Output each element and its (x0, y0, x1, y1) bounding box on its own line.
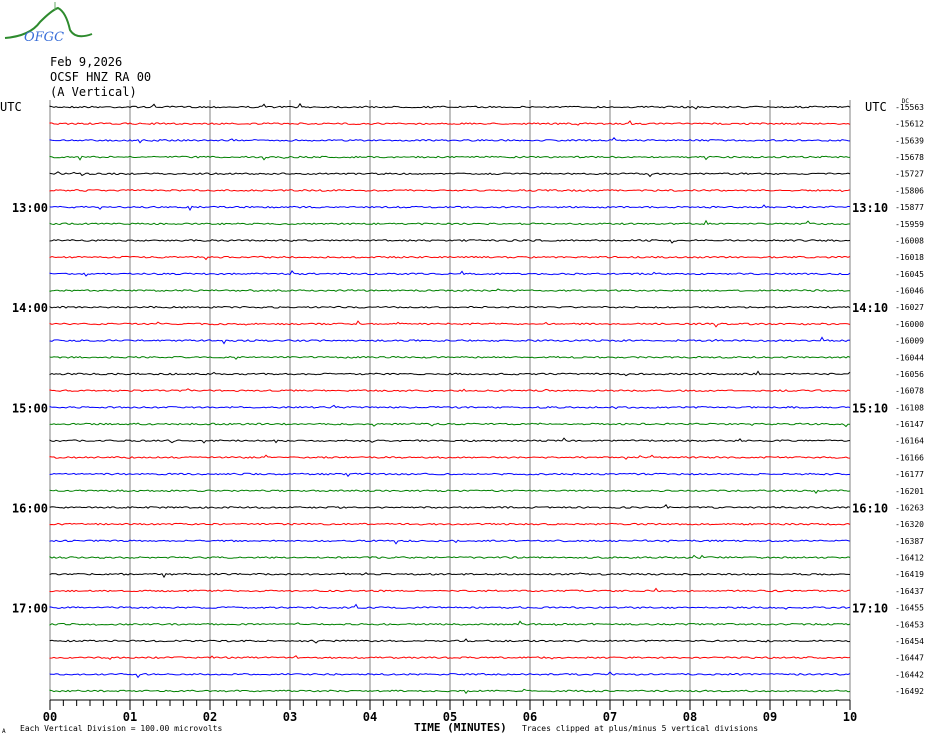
dc-offset-label: -16442 (895, 670, 924, 679)
dc-offset-label: -16044 (895, 353, 924, 362)
dc-offset-label: -16263 (895, 503, 924, 512)
right-time-label: 16:10 (852, 501, 888, 515)
dc-offset-label: -15959 (895, 220, 924, 229)
dc-offset-label: -16147 (895, 420, 924, 429)
dc-offset-label: -16046 (895, 287, 924, 296)
dc-offset-label: -16045 (895, 270, 924, 279)
right-utc-title: UTC (865, 100, 887, 114)
dc-offset-label: -16320 (895, 520, 924, 529)
dc-offset-label: -16177 (895, 470, 924, 479)
x-tick-label: 06 (523, 710, 537, 724)
left-time-label: 17:00 (12, 602, 48, 616)
x-tick-label: 02 (203, 710, 217, 724)
dc-offset-label: -15727 (895, 170, 924, 179)
dc-offset-label: -16447 (895, 654, 924, 663)
dc-offset-label: -16018 (895, 253, 924, 262)
dc-offset-label: -16009 (895, 337, 924, 346)
left-time-label: 13:00 (12, 201, 48, 215)
dc-offset-label: -16201 (895, 487, 924, 496)
dc-offset-label: -16453 (895, 620, 924, 629)
dc-offset-label: -16056 (895, 370, 924, 379)
x-tick-label: 01 (123, 710, 137, 724)
x-tick-label: 00 (43, 710, 57, 724)
dc-offset-label: -16412 (895, 554, 924, 563)
dc-unit-label: DC (902, 98, 910, 105)
scale-note: Each Vertical Division = 100.00 microvol… (20, 724, 223, 733)
right-time-label: 15:10 (852, 401, 888, 415)
left-utc-title: UTC (0, 100, 22, 114)
dc-offset-label: -16008 (895, 236, 924, 245)
dc-offset-label: -16108 (895, 403, 924, 412)
dc-offset-label: -15877 (895, 203, 924, 212)
dc-offset-label: -16078 (895, 387, 924, 396)
dc-offset-label: -16387 (895, 537, 924, 546)
x-tick-label: 03 (283, 710, 297, 724)
corner-mark: A (2, 728, 6, 735)
seismogram-plot: -15563 -15612 -15639 -15678 -15727 -15806 -158… (0, 98, 924, 724)
dc-offset-label: -16492 (895, 687, 924, 696)
dc-offset-label: -15639 (895, 136, 924, 145)
right-time-label: 13:10 (852, 201, 888, 215)
x-axis-title: TIME (MINUTES) (414, 721, 507, 734)
left-time-label: 16:00 (12, 501, 48, 515)
dc-offset-label: -16027 (895, 303, 924, 312)
dc-offset-label: -16000 (895, 320, 924, 329)
clip-note: Traces clipped at plus/minus 5 vertical … (522, 724, 759, 733)
dc-offset-label: -15678 (895, 153, 924, 162)
left-time-label: 15:00 (12, 401, 48, 415)
dc-offset-label: -15612 (895, 120, 924, 129)
right-time-label: 14:10 (852, 301, 888, 315)
dc-offset-label: -16454 (895, 637, 924, 646)
dc-offset-label: -15806 (895, 186, 924, 195)
x-tick-label: 09 (763, 710, 777, 724)
x-tick-label: 07 (603, 710, 617, 724)
x-tick-label: 10 (843, 710, 857, 724)
right-time-label: 17:10 (852, 602, 888, 616)
left-time-label: 14:00 (12, 301, 48, 315)
dc-offset-label: -16437 (895, 587, 924, 596)
dc-offset-label: -16419 (895, 570, 924, 579)
dc-offset-label: -16164 (895, 437, 924, 446)
x-tick-label: 04 (363, 710, 377, 724)
dc-offset-label: -16166 (895, 453, 924, 462)
dc-offset-label: -16455 (895, 604, 924, 613)
x-tick-label: 08 (683, 710, 697, 724)
dc-offset-label: -15563 (895, 103, 924, 112)
